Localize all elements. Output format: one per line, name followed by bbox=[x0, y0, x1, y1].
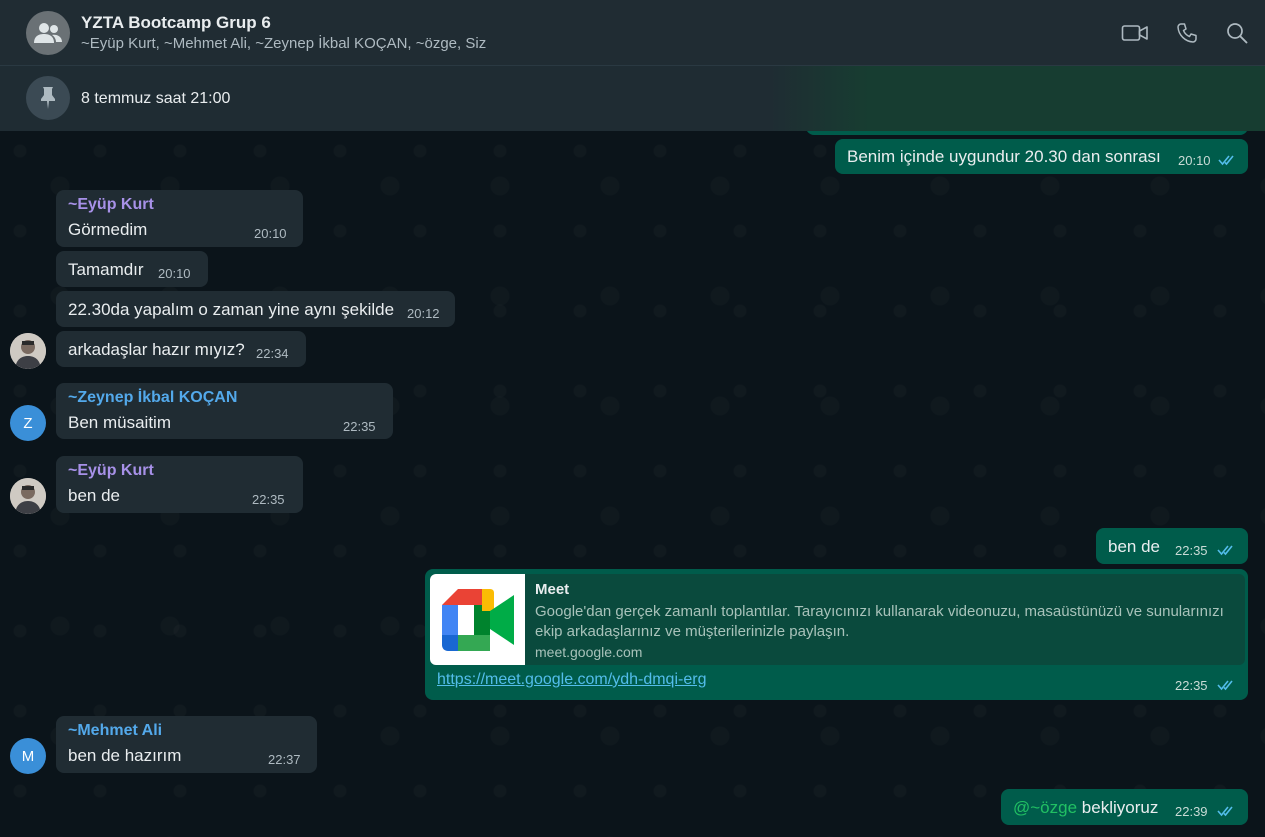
message-bubble-incoming[interactable]: Tamamdır 20:10 bbox=[56, 251, 208, 287]
read-ticks-icon bbox=[1217, 680, 1233, 691]
read-ticks-icon bbox=[1217, 545, 1233, 556]
sender-name[interactable]: ~Eyüp Kurt bbox=[68, 462, 154, 480]
message-text-body: bekliyoruz bbox=[1077, 798, 1159, 817]
message-link[interactable]: https://meet.google.com/ydh-dmqi-erg bbox=[437, 671, 706, 689]
pin-icon bbox=[26, 76, 70, 120]
link-preview-description: Google'dan gerçek zamanlı toplantılar. T… bbox=[535, 603, 1224, 640]
link-preview-card[interactable]: Meet Google'dan gerçek zamanlı toplantıl… bbox=[430, 574, 1245, 665]
chat-header: YZTA Bootcamp Grup 6 ~Eyüp Kurt, ~Mehmet… bbox=[0, 0, 1265, 66]
avatar[interactable] bbox=[10, 478, 46, 514]
group-icon bbox=[34, 23, 62, 43]
message-time: 20:10 bbox=[1178, 153, 1211, 168]
group-avatar[interactable] bbox=[26, 11, 70, 55]
read-ticks-icon bbox=[1218, 155, 1234, 166]
pinned-highlight bbox=[770, 66, 1265, 131]
message-time: 22:35 bbox=[1175, 678, 1208, 693]
message-text: 22.30da yapalım o zaman yine aynı şekild… bbox=[68, 300, 395, 319]
message-list[interactable]: Benim içinde uygundur 20.30 dan sonrası … bbox=[0, 131, 1265, 837]
message-text: Görmedim bbox=[68, 220, 148, 239]
avatar-initial: M bbox=[21, 747, 35, 765]
message-text: ben de hazırım bbox=[68, 746, 182, 765]
person-photo-icon bbox=[10, 333, 46, 369]
message-time: 22:35 bbox=[1175, 543, 1208, 558]
message-bubble-incoming[interactable]: ~Zeynep İkbal KOÇAN Ben müsaitim 22:35 bbox=[56, 383, 393, 439]
message-bubble-incoming[interactable]: ~Eyüp Kurt Görmedim 20:10 bbox=[56, 190, 303, 247]
pinned-message-bar[interactable]: 8 temmuz saat 21:00 bbox=[0, 66, 1265, 131]
pinned-message-text: 8 temmuz saat 21:00 bbox=[81, 90, 231, 107]
message-time: 20:10 bbox=[158, 266, 191, 281]
message-time: 22:34 bbox=[256, 346, 289, 361]
message-bubble-outgoing[interactable]: ben de 22:35 bbox=[1096, 528, 1248, 564]
person-photo-icon bbox=[10, 478, 46, 514]
chat-members-list[interactable]: ~Eyüp Kurt, ~Mehmet Ali, ~Zeynep İkbal K… bbox=[81, 35, 486, 52]
message-text: ben de bbox=[1108, 537, 1160, 556]
avatar[interactable] bbox=[10, 333, 46, 369]
message-bubble-outgoing[interactable]: Benim içinde uygundur 20.30 dan sonrası … bbox=[835, 139, 1248, 174]
sender-name[interactable]: ~Mehmet Ali bbox=[68, 722, 162, 740]
message-text: arkadaşlar hazır mıyız? bbox=[68, 340, 245, 359]
message-bubble-incoming[interactable]: arkadaşlar hazır mıyız? 22:34 bbox=[56, 331, 306, 367]
link-preview-domain: meet.google.com bbox=[535, 644, 643, 660]
search-icon[interactable] bbox=[1223, 20, 1251, 46]
chat-title[interactable]: YZTA Bootcamp Grup 6 bbox=[81, 13, 271, 33]
message-time: 22:35 bbox=[252, 492, 285, 507]
link-preview-title: Meet bbox=[535, 581, 570, 598]
message-text: @~özge bekliyoruz bbox=[1013, 798, 1158, 818]
message-bubble-incoming[interactable]: ~Eyüp Kurt ben de 22:35 bbox=[56, 456, 303, 513]
message-text: Benim içinde uygundur 20.30 dan sonrası bbox=[847, 147, 1161, 166]
voice-call-icon[interactable] bbox=[1173, 20, 1201, 46]
avatar[interactable]: M bbox=[10, 738, 46, 774]
message-time: 20:12 bbox=[407, 306, 440, 321]
avatar[interactable]: Z bbox=[10, 405, 46, 441]
message-text: ben de bbox=[68, 486, 120, 505]
message-bubble-incoming[interactable]: 22.30da yapalım o zaman yine aynı şekild… bbox=[56, 291, 455, 327]
read-ticks-icon bbox=[1217, 806, 1233, 817]
message-bubble-outgoing-link[interactable]: Meet Google'dan gerçek zamanlı toplantıl… bbox=[425, 569, 1248, 700]
sender-name[interactable]: ~Eyüp Kurt bbox=[68, 196, 154, 214]
video-call-icon[interactable] bbox=[1121, 20, 1149, 46]
message-text: Ben müsaitim bbox=[68, 413, 171, 432]
mention-tag[interactable]: @~özge bbox=[1013, 798, 1077, 817]
message-bubble-outgoing[interactable]: @~özge bekliyoruz 22:39 bbox=[1001, 789, 1248, 825]
message-bubble-outgoing-partial bbox=[806, 131, 1248, 135]
message-time: 20:10 bbox=[254, 226, 287, 241]
message-time: 22:35 bbox=[343, 419, 376, 434]
message-bubble-incoming[interactable]: ~Mehmet Ali ben de hazırım 22:37 bbox=[56, 716, 317, 773]
sender-name[interactable]: ~Zeynep İkbal KOÇAN bbox=[68, 389, 237, 407]
message-time: 22:39 bbox=[1175, 804, 1208, 819]
avatar-initial: Z bbox=[23, 414, 33, 432]
message-time: 22:37 bbox=[268, 752, 301, 767]
google-meet-logo-icon bbox=[430, 574, 525, 665]
message-text: Tamamdır bbox=[68, 260, 144, 279]
